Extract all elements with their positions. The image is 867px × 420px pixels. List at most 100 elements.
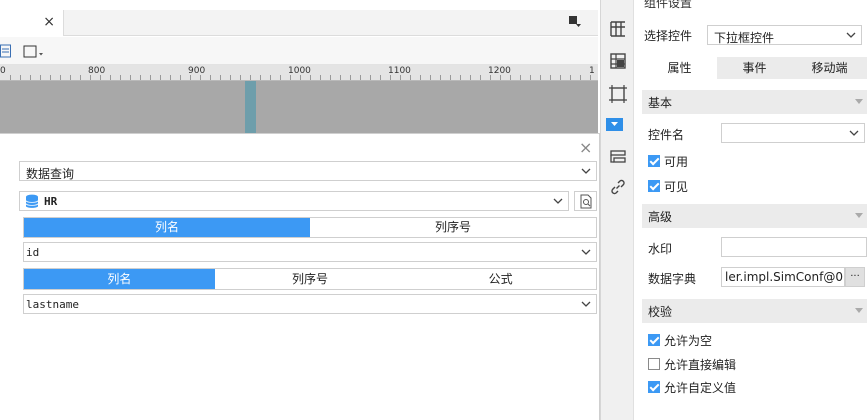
ruler-tick xyxy=(280,75,281,80)
tab-display-formula[interactable]: 公式 xyxy=(405,269,596,289)
ruler-label: 0 xyxy=(0,66,6,76)
key-column-mode-tabs: 列名 列序号 xyxy=(23,217,597,238)
display-column-select[interactable]: lastname xyxy=(23,294,597,314)
ruler-tick xyxy=(50,75,51,80)
allow-empty-checkbox[interactable] xyxy=(648,334,660,346)
ruler-tick xyxy=(590,75,591,80)
ruler-tick xyxy=(530,75,531,80)
widget-settings-icon[interactable] xyxy=(606,118,623,131)
preview-button[interactable] xyxy=(574,191,597,211)
ruler-tick xyxy=(410,75,411,80)
data-dictionary-dialog: × 数据查询 HR 列名 列序号 id 列名 列序号 公式 lastname xyxy=(0,133,600,420)
design-canvas[interactable] xyxy=(0,81,598,133)
query-type-select[interactable]: 数据查询 xyxy=(19,161,597,181)
ruler-tick xyxy=(520,75,521,80)
section-advanced[interactable]: 高级 xyxy=(642,204,867,228)
tab-events[interactable]: 事件 xyxy=(717,57,792,79)
editor-tab[interactable]: × xyxy=(0,10,64,36)
tab-column-name[interactable]: 列名 xyxy=(24,218,310,237)
ruler-tick xyxy=(480,75,481,80)
tab-display-column-name[interactable]: 列名 xyxy=(24,269,215,289)
select-widget-dropdown[interactable]: 下拉框控件 xyxy=(707,25,862,45)
crop-frame-icon[interactable] xyxy=(608,84,628,104)
watermark-input[interactable] xyxy=(721,237,867,257)
ruler-tick xyxy=(150,75,151,80)
ruler-tick xyxy=(20,75,21,80)
ruler-tick xyxy=(140,75,141,80)
chevron-down-icon xyxy=(581,301,591,307)
ruler-tick xyxy=(30,75,31,80)
ruler-tick xyxy=(380,75,381,80)
grid-settings-icon[interactable] xyxy=(608,51,628,71)
allow-direct-edit-checkbox[interactable] xyxy=(648,358,660,370)
data-dictionary-edit-button[interactable]: ··· xyxy=(845,267,865,287)
ruler-tick xyxy=(560,75,561,80)
ruler-tick xyxy=(260,75,261,80)
datasource-select[interactable]: HR xyxy=(19,191,569,211)
section-validation-title: 校验 xyxy=(648,305,673,319)
ruler-tick xyxy=(430,75,431,80)
enabled-checkbox[interactable] xyxy=(648,155,660,167)
select-widget-label: 选择控件 xyxy=(644,29,693,43)
ruler-tick xyxy=(490,75,491,80)
allow-custom-value-label: 允许自定义值 xyxy=(664,381,737,395)
enabled-label: 可用 xyxy=(664,155,689,169)
editor-toolbar xyxy=(0,37,598,65)
chevron-down-icon xyxy=(581,168,591,174)
ruler-tick xyxy=(70,75,71,80)
ruler-tick xyxy=(80,75,81,80)
tab-column-index[interactable]: 列序号 xyxy=(310,218,596,237)
allow-custom-value-checkbox[interactable] xyxy=(648,381,660,393)
cell-attribute-icon[interactable] xyxy=(608,19,628,39)
ruler-tick xyxy=(220,75,221,80)
ruler-tick xyxy=(290,75,291,80)
display-column-mode-tabs: 列名 列序号 公式 xyxy=(23,268,597,290)
ruler-tick xyxy=(200,75,201,80)
data-dictionary-value: ler.impl.SimConf@0]] xyxy=(725,270,845,284)
widget-name-label: 控件名 xyxy=(648,128,685,142)
ruler-tick xyxy=(230,75,231,80)
ruler-tick xyxy=(350,75,351,80)
chevron-down-icon xyxy=(846,32,856,38)
data-dictionary-field[interactable]: ler.impl.SimConf@0]] xyxy=(721,267,845,287)
section-basic-title: 基本 xyxy=(648,96,673,110)
form-layout-icon[interactable] xyxy=(608,146,628,166)
tab-properties[interactable]: 属性 xyxy=(642,57,717,79)
ruler-tick xyxy=(190,75,191,80)
section-basic[interactable]: 基本 xyxy=(642,90,867,114)
key-column-select[interactable]: id xyxy=(23,242,597,262)
chevron-down-icon xyxy=(581,249,591,255)
ruler-tick xyxy=(270,75,271,80)
tab-mobile[interactable]: 移动端 xyxy=(792,57,867,79)
preview-icon xyxy=(580,194,592,209)
ruler-tick xyxy=(420,75,421,80)
tab-display-column-index[interactable]: 列序号 xyxy=(215,269,406,289)
editor-tab-strip: × xyxy=(0,10,598,36)
ruler-tick xyxy=(40,75,41,80)
datasource-value: HR xyxy=(44,195,58,208)
component-settings-panel: 组件设置 选择控件 下拉框控件 属性 事件 移动端 基本 控件名 可用 可见 高… xyxy=(634,0,867,420)
visible-checkbox[interactable] xyxy=(648,180,660,192)
hyperlink-icon[interactable] xyxy=(608,177,628,197)
section-validation[interactable]: 校验 xyxy=(642,299,867,323)
tab-close-icon[interactable]: × xyxy=(43,14,55,30)
ruler-tick xyxy=(330,75,331,80)
collapse-arrow-icon xyxy=(855,99,863,104)
dialog-close-icon[interactable]: × xyxy=(579,138,592,157)
ruler-tick xyxy=(360,75,361,80)
data-dictionary-label: 数据字典 xyxy=(648,272,697,286)
display-column-value: lastname xyxy=(26,298,79,311)
chevron-down-icon xyxy=(849,130,859,136)
border-dropdown-icon[interactable] xyxy=(22,43,46,59)
panel-tabs: 属性 事件 移动端 xyxy=(642,57,867,79)
ruler-tick xyxy=(310,75,311,80)
ruler-tick xyxy=(320,75,321,80)
ruler-tick xyxy=(370,75,371,80)
section-advanced-title: 高级 xyxy=(648,210,673,224)
canvas-column-marker xyxy=(245,81,256,133)
select-widget-value: 下拉框控件 xyxy=(714,31,775,45)
align-icon[interactable] xyxy=(0,44,12,58)
ruler-tick xyxy=(100,75,101,80)
widget-name-input[interactable] xyxy=(721,123,865,143)
dock-menu-icon[interactable] xyxy=(568,15,582,29)
